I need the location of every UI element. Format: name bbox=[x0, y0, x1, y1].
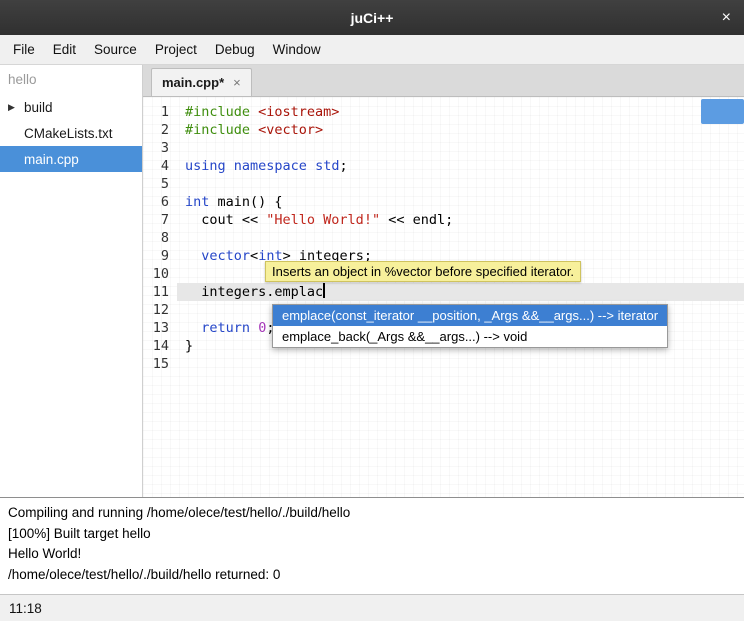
terminal-line: Hello World! bbox=[8, 544, 736, 565]
status-time: 11:18 bbox=[9, 601, 42, 616]
sidebar-item-label: CMakeLists.txt bbox=[24, 126, 113, 141]
menu-item-window[interactable]: Window bbox=[264, 35, 330, 64]
code-line[interactable]: 11 integers.emplac bbox=[143, 283, 744, 301]
code-line[interactable]: 6int main() { bbox=[143, 193, 744, 211]
menu-item-project[interactable]: Project bbox=[146, 35, 206, 64]
line-number: 13 bbox=[143, 319, 177, 337]
completion-item[interactable]: emplace_back(_Args &&__args...) --> void bbox=[273, 326, 667, 347]
scrollbar-thumb[interactable] bbox=[701, 99, 744, 124]
line-number: 11 bbox=[143, 283, 177, 301]
sidebar-item-cmakelists-txt[interactable]: CMakeLists.txt bbox=[0, 120, 142, 146]
code-text: #include <iostream> bbox=[177, 103, 744, 121]
status-bar: 11:18 bbox=[0, 594, 744, 621]
menu-item-file[interactable]: File bbox=[4, 35, 44, 64]
menu-item-debug[interactable]: Debug bbox=[206, 35, 264, 64]
code-line[interactable]: 1#include <iostream> bbox=[143, 103, 744, 121]
completion-item[interactable]: emplace(const_iterator __position, _Args… bbox=[273, 305, 667, 326]
line-number: 4 bbox=[143, 157, 177, 175]
sidebar-item-main-cpp[interactable]: main.cpp bbox=[0, 146, 142, 172]
tab-label: main.cpp* bbox=[162, 75, 224, 90]
tab-bar: main.cpp* × bbox=[143, 65, 744, 97]
line-number: 8 bbox=[143, 229, 177, 247]
window-title: juCi++ bbox=[351, 10, 394, 26]
code-text bbox=[177, 355, 744, 373]
code-line[interactable]: 5 bbox=[143, 175, 744, 193]
tab-main-cpp[interactable]: main.cpp* × bbox=[151, 68, 252, 96]
line-number: 2 bbox=[143, 121, 177, 139]
line-number: 12 bbox=[143, 301, 177, 319]
code-text: integers.emplac bbox=[177, 283, 744, 301]
completion-popup: emplace(const_iterator __position, _Args… bbox=[272, 304, 668, 348]
sidebar-item-label: build bbox=[24, 100, 53, 115]
code-line[interactable]: 3 bbox=[143, 139, 744, 157]
project-root-label: hello bbox=[0, 65, 142, 94]
file-tree-panel: hello ▶ build CMakeLists.txt main.cpp bbox=[0, 65, 143, 497]
code-line[interactable]: 2#include <vector> bbox=[143, 121, 744, 139]
text-cursor bbox=[323, 283, 325, 298]
code-line[interactable]: 8 bbox=[143, 229, 744, 247]
code-text: cout << "Hello World!" << endl; bbox=[177, 211, 744, 229]
line-number: 15 bbox=[143, 355, 177, 373]
line-number: 14 bbox=[143, 337, 177, 355]
sidebar-item-build[interactable]: ▶ build bbox=[0, 94, 142, 120]
main-area: hello ▶ build CMakeLists.txt main.cpp main.… bbox=[0, 65, 744, 497]
line-number: 10 bbox=[143, 265, 177, 283]
code-text bbox=[177, 139, 744, 157]
tab-close-icon[interactable]: × bbox=[233, 75, 241, 90]
code-text bbox=[177, 229, 744, 247]
terminal-line: [100%] Built target hello bbox=[8, 524, 736, 545]
code-line[interactable]: 4using namespace std; bbox=[143, 157, 744, 175]
menubar: FileEditSourceProjectDebugWindow bbox=[0, 35, 744, 65]
code-line[interactable]: 15 bbox=[143, 355, 744, 373]
code-text: #include <vector> bbox=[177, 121, 744, 139]
line-number: 9 bbox=[143, 247, 177, 265]
line-number: 1 bbox=[143, 103, 177, 121]
file-tree: ▶ build CMakeLists.txt main.cpp bbox=[0, 94, 142, 172]
line-number: 5 bbox=[143, 175, 177, 193]
juci-window: { "window": { "title": "juCi++", "close"… bbox=[0, 0, 744, 621]
sidebar-item-label: main.cpp bbox=[24, 152, 79, 167]
terminal-line: /home/olece/test/hello/./build/hello ret… bbox=[8, 565, 736, 586]
editor[interactable]: 1#include <iostream>2#include <vector>34… bbox=[143, 97, 744, 497]
terminal-output[interactable]: Compiling and running /home/olece/test/h… bbox=[0, 497, 744, 594]
line-number: 3 bbox=[143, 139, 177, 157]
editor-column: main.cpp* × 1#include <iostream>2#includ… bbox=[143, 65, 744, 497]
title-bar: juCi++ × bbox=[0, 0, 744, 35]
doc-tooltip: Inserts an object in %vector before spec… bbox=[265, 261, 581, 282]
code-text: int main() { bbox=[177, 193, 744, 211]
expander-icon[interactable]: ▶ bbox=[8, 102, 15, 113]
menu-item-source[interactable]: Source bbox=[85, 35, 146, 64]
window-close-button[interactable]: × bbox=[722, 9, 731, 27]
menu-item-edit[interactable]: Edit bbox=[44, 35, 85, 64]
code-text: using namespace std; bbox=[177, 157, 744, 175]
code-text bbox=[177, 175, 744, 193]
line-number: 6 bbox=[143, 193, 177, 211]
terminal-line: Compiling and running /home/olece/test/h… bbox=[8, 503, 736, 524]
code-line[interactable]: 7 cout << "Hello World!" << endl; bbox=[143, 211, 744, 229]
line-number: 7 bbox=[143, 211, 177, 229]
